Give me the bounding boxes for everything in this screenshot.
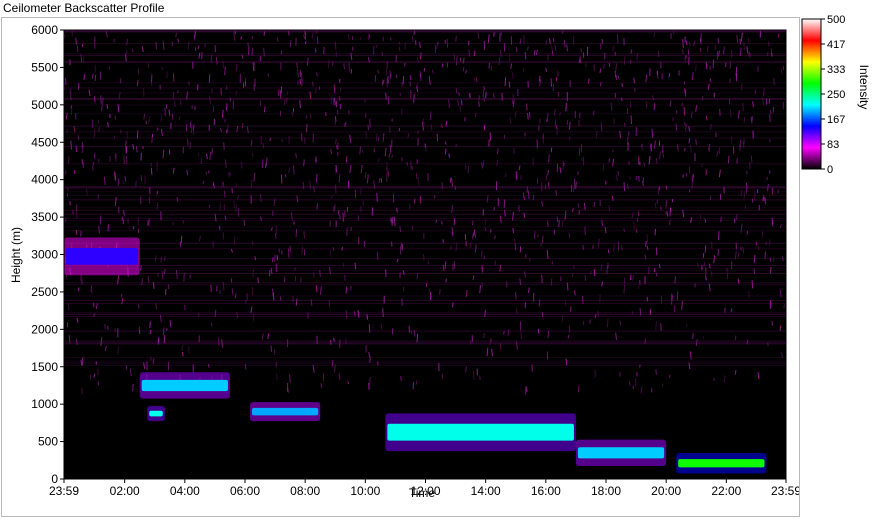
y-tick-label: 500 [38,435,58,449]
backscatter-chart: 23:5902:0004:0006:0008:0010:0012:0014:00… [2,18,799,516]
y-tick-label: 3000 [31,248,58,262]
backscatter-layer [147,406,165,421]
backscatter-layer [250,402,320,421]
backscatter-layer [140,372,230,398]
colorbar-tick-label: 0 [827,164,833,176]
y-tick-label: 1000 [31,397,58,411]
x-tick-label: 08:00 [290,484,320,498]
plot-area [64,30,786,479]
backscatter-layer [64,238,140,276]
y-tick-label: 2500 [31,285,58,299]
colorbar-tick-label: 83 [827,139,839,151]
window-title: Ceilometer Backscatter Profile [3,1,164,15]
y-axis-label: Height (m) [9,227,23,283]
y-tick-label: 2000 [31,322,58,336]
y-tick-label: 1500 [31,360,58,374]
backscatter-layer [576,440,666,466]
colorbar-gradient [802,19,821,169]
application-window: Ceilometer Backscatter Profile 23:59 02:0… [0,0,872,519]
y-axis: 0 500 1000 1500 2000 2500 3000 3500 4000 4500 5000… [31,23,64,486]
colorbar-tick-label: 167 [827,114,845,126]
x-tick-label: 02:00 [110,484,140,498]
colorbar-tick-label: 417 [827,39,845,51]
y-tick-label: 6000 [31,23,58,37]
x-axis-label: Time [409,486,436,500]
plot-background [64,30,786,479]
chart-panel: 23:5902:0004:0006:0008:0010:0012:0014:00… [1,17,800,517]
backscatter-layer [385,413,576,451]
y-tick-label: 0 [51,472,58,486]
x-tick-label: 06:00 [230,484,260,498]
colorbar-tick-label: 250 [827,89,845,101]
x-tick-label: 04:00 [170,484,200,498]
backscatter-layer [676,453,766,473]
colorbar-panel: 500 417 333 250 167 83 0 Intensity [800,12,870,182]
x-tick-label: 23:59 [49,484,79,498]
x-tick-label: 14:00 [471,484,501,498]
y-tick-label: 4500 [31,135,58,149]
colorbar-label: Intensity [857,65,870,110]
x-tick-label: 10:00 [350,484,380,498]
colorbar-tick-label: 500 [827,14,845,26]
x-tick-label: 20:00 [651,484,681,498]
y-tick-label: 4000 [31,173,58,187]
x-tick-label: 23:59 [771,484,799,498]
x-tick-label: 16:00 [531,484,561,498]
y-tick-label: 5000 [31,98,58,112]
y-tick-label: 3500 [31,210,58,224]
x-tick-label: 22:00 [711,484,741,498]
colorbar-tick-label: 333 [827,64,845,76]
y-tick-label: 5500 [31,60,58,74]
x-tick-label: 18:00 [591,484,621,498]
